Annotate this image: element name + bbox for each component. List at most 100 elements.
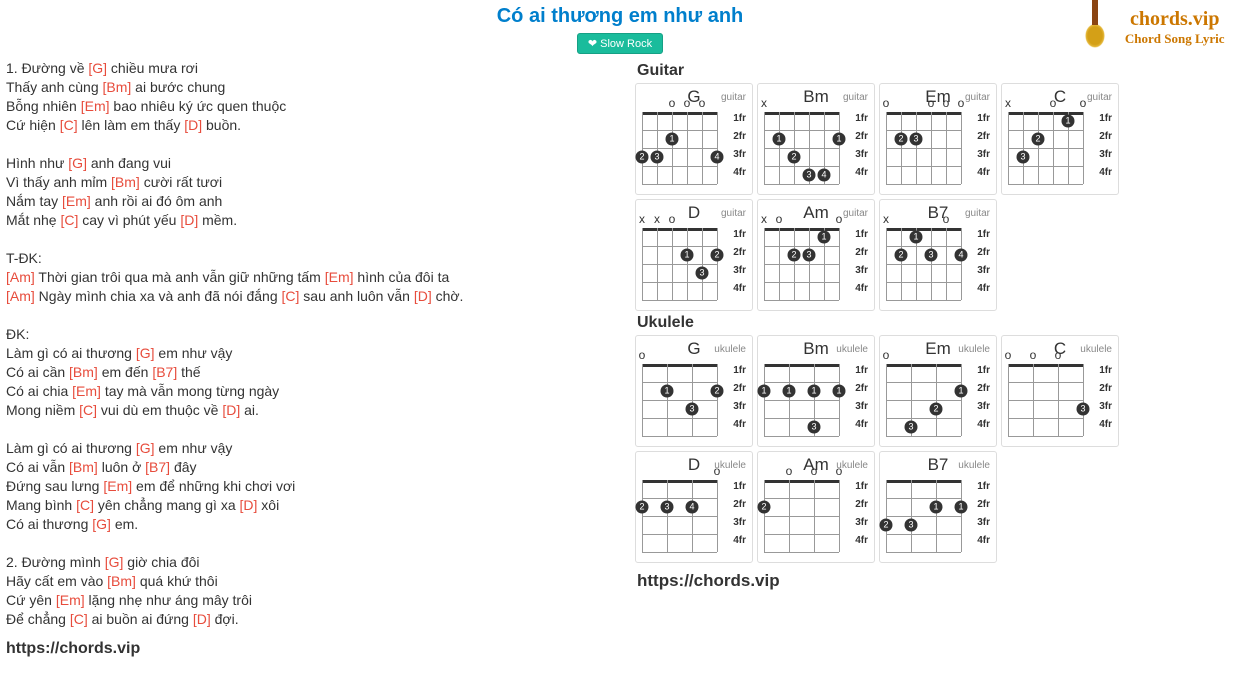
chord-inline: [D]: [184, 117, 202, 133]
lyric-line: Mang bình [C] yên chẳng mang gì xa [D] x…: [6, 496, 619, 515]
chord-inline: [G]: [88, 60, 107, 76]
string-marker: o: [811, 466, 818, 476]
chord-diagram: Gguitarooo12341fr2fr3fr4fr: [635, 83, 753, 195]
chord-diagram: B7ukulele11231fr2fr3fr4fr: [879, 451, 997, 563]
chord-inline: [Em]: [62, 193, 91, 209]
finger-dot: 1: [833, 133, 846, 146]
chord-inline: [G]: [105, 554, 124, 570]
lyric-line: ĐK:: [6, 325, 619, 344]
chord-type-link[interactable]: ukulele: [714, 344, 746, 355]
fret-labels: 1fr2fr3fr4fr: [855, 478, 868, 550]
lyric-line: Làm gì có ai thương [G] em như vậy: [6, 439, 619, 458]
lyric-line: Cứ hiện [C] lên làm em thấy [D] buồn.: [6, 116, 619, 135]
chord-type-link[interactable]: guitar: [843, 92, 868, 103]
lyric-line: 1. Đường về [G] chiều mưa rơi: [6, 59, 619, 78]
string-marker: o: [1030, 350, 1037, 360]
chord-type-link[interactable]: ukulele: [836, 344, 868, 355]
finger-dot: 2: [1032, 133, 1045, 146]
chord-diagram: Amguitarxoo1231fr2fr3fr4fr: [757, 199, 875, 311]
string-marker: x: [883, 214, 889, 224]
finger-dot: 1: [818, 231, 831, 244]
finger-dot: 3: [1017, 151, 1030, 164]
lyric-line: [Am] Thời gian trôi qua mà anh vẫn giữ n…: [6, 268, 619, 287]
chord-type-link[interactable]: ukulele: [1080, 344, 1112, 355]
chord-inline: [Bm]: [107, 573, 136, 589]
chord-type-link[interactable]: guitar: [843, 208, 868, 219]
lyric-line: 2. Đường mình [G] giờ chia đôi: [6, 553, 619, 572]
finger-dot: 3: [686, 403, 699, 416]
logo-text-1: chords.vip: [1125, 8, 1225, 31]
string-marker: o: [669, 98, 676, 108]
lyric-line: [6, 420, 619, 439]
chord-inline: [B7]: [145, 459, 170, 475]
chord-type-link[interactable]: guitar: [721, 92, 746, 103]
finger-dot: 3: [803, 169, 816, 182]
chord-type-link[interactable]: ukulele: [958, 344, 990, 355]
string-marker: o: [1050, 98, 1057, 108]
string-marker: o: [786, 466, 793, 476]
string-marker: o: [958, 98, 965, 108]
chord-inline: [Em]: [56, 592, 85, 608]
string-marker: o: [1080, 98, 1087, 108]
string-marker: x: [1005, 98, 1011, 108]
chord-diagram: Emukuleleo1231fr2fr3fr4fr: [879, 335, 997, 447]
chord-inline: [D]: [222, 402, 240, 418]
finger-dot: 2: [711, 249, 724, 262]
fret-labels: 1fr2fr3fr4fr: [977, 226, 990, 298]
string-marker: o: [836, 214, 843, 224]
string-marker: x: [761, 98, 767, 108]
finger-dot: 3: [661, 501, 674, 514]
chord-diagram: Cguitarxoo1231fr2fr3fr4fr: [1001, 83, 1119, 195]
fret-labels: 1fr2fr3fr4fr: [855, 362, 868, 434]
chord-type-link[interactable]: guitar: [965, 208, 990, 219]
finger-dot: 1: [808, 385, 821, 398]
chord-inline: [C]: [79, 402, 97, 418]
string-marker: x: [761, 214, 767, 224]
chord-type-link[interactable]: guitar: [721, 208, 746, 219]
chord-inline: [G]: [68, 155, 87, 171]
string-marker: o: [883, 98, 890, 108]
chord-inline: [Bm]: [69, 364, 98, 380]
finger-dot: 2: [895, 133, 908, 146]
finger-dot: 2: [895, 249, 908, 262]
lyrics-panel: 1. Đường về [G] chiều mưa rơiThấy anh cù…: [6, 59, 619, 658]
finger-dot: 2: [636, 151, 649, 164]
section-title-guitar: Guitar: [637, 62, 1234, 80]
lyric-line: Hình như [G] anh đang vui: [6, 154, 619, 173]
site-logo[interactable]: chords.vip Chord Song Lyric: [1060, 0, 1235, 60]
finger-dot: 3: [910, 133, 923, 146]
finger-dot: 4: [686, 501, 699, 514]
lyric-line: Thấy anh cùng [Bm] ai bước chung: [6, 78, 619, 97]
string-marker: o: [928, 98, 935, 108]
string-marker: o: [1005, 350, 1012, 360]
chord-inline: [G]: [136, 345, 155, 361]
finger-dot: 1: [661, 385, 674, 398]
fret-labels: 1fr2fr3fr4fr: [733, 110, 746, 182]
genre-badge[interactable]: Slow Rock: [577, 33, 663, 54]
lyric-line: Đứng sau lưng [Em] em để những khi chơi …: [6, 477, 619, 496]
string-marker: o: [699, 98, 706, 108]
finger-dot: 4: [818, 169, 831, 182]
finger-dot: 2: [930, 403, 943, 416]
logo-text-2: Chord Song Lyric: [1125, 31, 1225, 47]
chord-diagram: Bmguitarx112341fr2fr3fr4fr: [757, 83, 875, 195]
lyric-line: Mắt nhẹ [C] cay vì phút yếu [D] mềm.: [6, 211, 619, 230]
finger-dot: 1: [773, 133, 786, 146]
fret-labels: 1fr2fr3fr4fr: [977, 362, 990, 434]
lyric-line: Có ai vẫn [Bm] luôn ở [B7] đây: [6, 458, 619, 477]
finger-dot: 3: [905, 421, 918, 434]
string-marker: o: [883, 350, 890, 360]
chord-type-link[interactable]: guitar: [965, 92, 990, 103]
chord-inline: [Em]: [72, 383, 101, 399]
lyric-line: Có ai cần [Bm] em đến [B7] thế: [6, 363, 619, 382]
lyric-line: T-ĐK:: [6, 249, 619, 268]
chord-type-link[interactable]: ukulele: [958, 460, 990, 471]
string-marker: x: [639, 214, 645, 224]
string-marker: o: [943, 98, 950, 108]
chord-grid-guitar: Gguitarooo12341fr2fr3fr4frBmguitarx11234…: [627, 83, 1234, 311]
chord-type-link[interactable]: guitar: [1087, 92, 1112, 103]
panel-url[interactable]: https://chords.vip: [637, 571, 1234, 591]
chord-inline: [Am]: [6, 288, 35, 304]
footer-url[interactable]: https://chords.vip: [6, 639, 619, 658]
finger-dot: 3: [808, 421, 821, 434]
